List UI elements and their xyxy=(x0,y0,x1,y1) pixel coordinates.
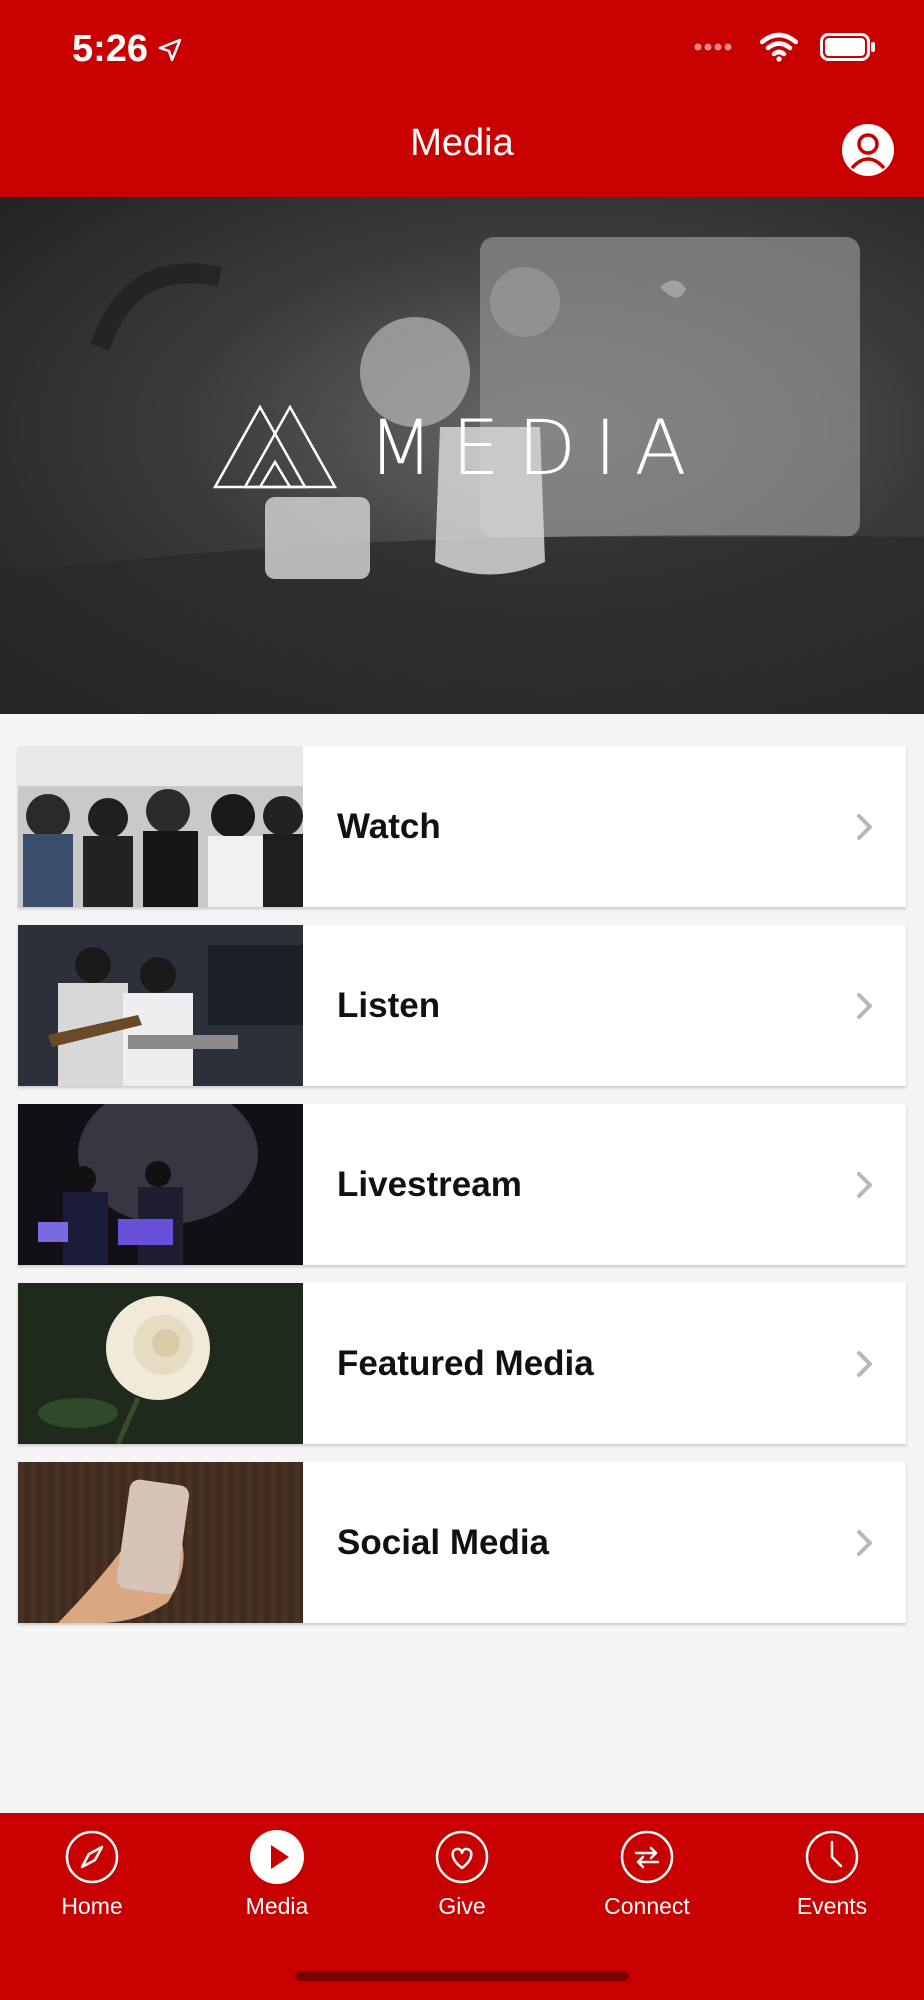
compass-icon xyxy=(65,1830,119,1884)
chevron-right-icon xyxy=(857,993,872,1019)
tab-label: Give xyxy=(438,1893,486,1919)
battery-icon xyxy=(820,33,875,61)
thumbnail-worship-crowd xyxy=(18,746,303,907)
chevron-right-icon xyxy=(857,814,872,840)
arrows-icon xyxy=(620,1830,674,1884)
home-indicator xyxy=(295,1971,629,1981)
list-item-label: Listen xyxy=(337,985,441,1025)
status-time: 5:26 xyxy=(72,28,182,71)
tab-connect[interactable]: Connect xyxy=(577,1829,717,1920)
status-time-text: 5:26 xyxy=(72,28,149,70)
status-bar: 5:26 xyxy=(0,0,924,100)
location-arrow-icon xyxy=(158,38,182,61)
heart-icon xyxy=(435,1830,489,1884)
tab-home[interactable]: Home xyxy=(22,1829,162,1920)
hero-banner: MEDIA xyxy=(0,197,924,714)
thumbnail-band-performing xyxy=(18,925,303,1086)
list-item-label: Livestream xyxy=(337,1164,522,1204)
status-indicators xyxy=(694,32,876,62)
chevron-right-icon xyxy=(857,1351,872,1377)
clock-icon xyxy=(805,1830,859,1884)
page-title: Media xyxy=(410,122,514,164)
triangle-logo-icon xyxy=(212,404,338,489)
hero-logo: MEDIA xyxy=(210,402,705,492)
tab-give[interactable]: Give xyxy=(392,1829,532,1920)
tab-events[interactable]: Events xyxy=(762,1829,902,1920)
list-item-featured-media[interactable]: Featured Media xyxy=(18,1283,906,1444)
tab-label: Events xyxy=(796,1893,868,1919)
play-icon xyxy=(250,1830,304,1884)
wifi-icon xyxy=(760,32,798,62)
thumbnail-phone-in-hand xyxy=(18,1462,303,1623)
tab-media[interactable]: Media xyxy=(207,1829,347,1920)
thumbnail-stage-lights xyxy=(18,1104,303,1265)
list-item-listen[interactable]: Listen xyxy=(18,925,906,1086)
list-item-label: Featured Media xyxy=(337,1343,594,1383)
chevron-right-icon xyxy=(857,1530,872,1556)
chevron-right-icon xyxy=(857,1172,872,1198)
signal-icon xyxy=(694,43,732,51)
user-icon xyxy=(850,133,886,170)
list-item-label: Watch xyxy=(337,806,441,846)
profile-button[interactable] xyxy=(842,124,894,176)
list-item-label: Social Media xyxy=(337,1522,550,1562)
hero-title: MEDIA xyxy=(368,402,705,492)
list-item-watch[interactable]: Watch xyxy=(18,746,906,907)
tab-label: Connect xyxy=(604,1893,690,1919)
thumbnail-white-rose xyxy=(18,1283,303,1444)
list-item-social-media[interactable]: Social Media xyxy=(18,1462,906,1623)
nav-bar: Media xyxy=(0,100,924,197)
list-item-livestream[interactable]: Livestream xyxy=(18,1104,906,1265)
media-list: Watch Listen Livestream Featured Media S… xyxy=(18,746,906,1641)
tab-label: Home xyxy=(61,1893,123,1919)
tab-label: Media xyxy=(245,1893,309,1919)
